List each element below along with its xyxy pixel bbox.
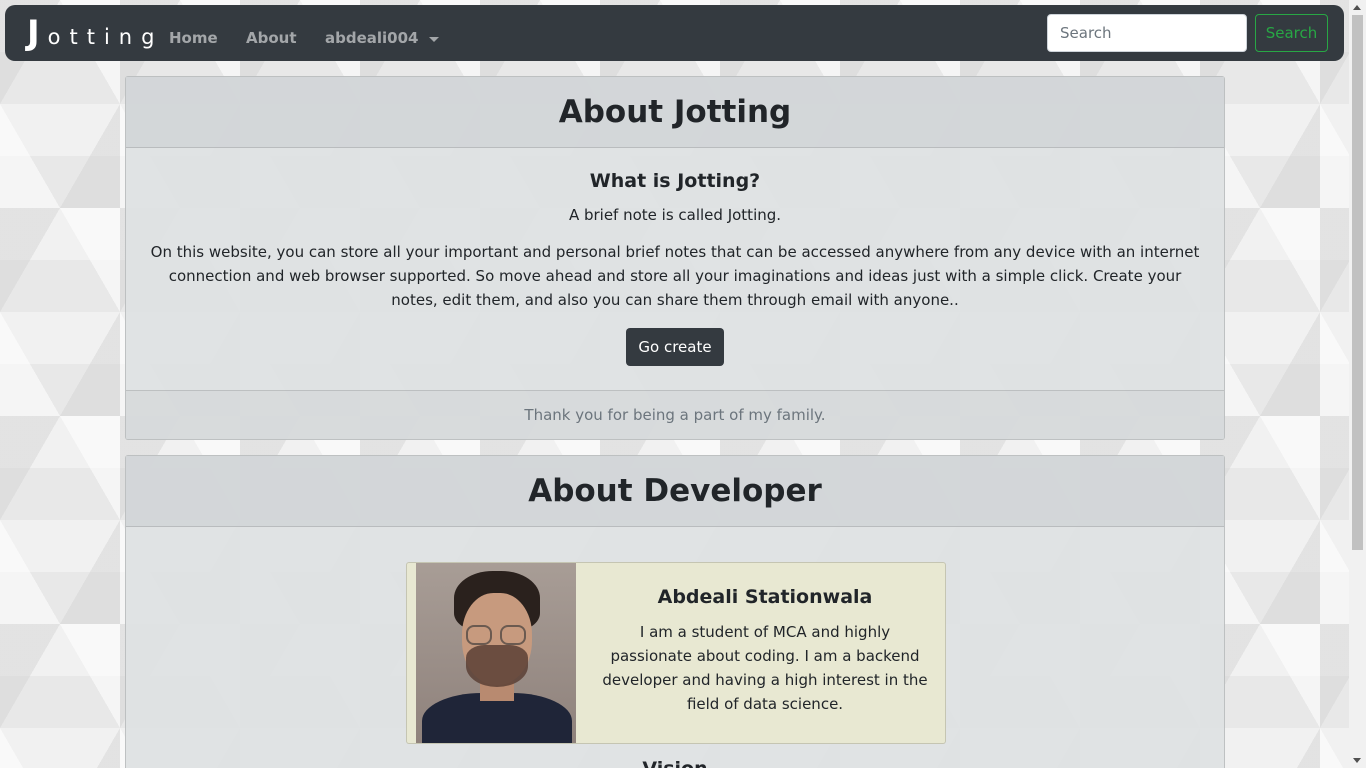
go-create-button[interactable]: Go create [626,328,724,366]
about-developer-card: About Developer Abdeali Stationwala I am… [125,455,1225,768]
developer-profile: Abdeali Stationwala I am a student of MC… [406,562,946,744]
about-developer-title: About Developer [528,473,822,509]
brand-logo[interactable]: J otting [27,13,163,53]
brand-initial: J [27,13,40,53]
what-is-jotting-heading: What is Jotting? [589,170,761,192]
developer-name: Abdeali Stationwala [657,586,873,608]
about-jotting-card: About Jotting What is Jotting? A brief n… [125,76,1225,440]
card-header: About Developer [126,456,1224,527]
card-footer: Thank you for being a part of my family. [126,390,1224,439]
nav-home-link[interactable]: Home [169,29,218,47]
vision-heading: Vision [126,758,1224,768]
search-button[interactable]: Search [1255,14,1328,52]
caret-down-icon [428,36,439,42]
page-scrollbar[interactable] [1349,0,1366,768]
nav-about-link[interactable]: About [246,29,297,47]
card-header: About Jotting [126,77,1224,148]
card-body: What is Jotting? A brief note is called … [126,170,1224,366]
user-dropdown-label: abdeali004 [325,29,419,47]
jotting-definition: A brief note is called Jotting. [568,206,782,224]
scroll-thumb[interactable] [1352,15,1363,550]
developer-bio: I am a student of MCA and highly passion… [602,623,928,713]
scroll-up-icon[interactable] [1353,5,1361,10]
about-jotting-title: About Jotting [558,94,792,130]
developer-info: Abdeali Stationwala I am a student of MC… [587,563,943,716]
navbar: J otting Home About abdeali004 Search [5,5,1344,61]
scroll-down-icon[interactable] [1353,758,1361,763]
user-dropdown[interactable]: abdeali004 [325,29,439,47]
jotting-description: On this website, you can store all your … [150,243,1200,309]
brand-name: otting [47,25,164,49]
developer-photo [416,563,576,743]
search-input[interactable] [1047,14,1247,52]
